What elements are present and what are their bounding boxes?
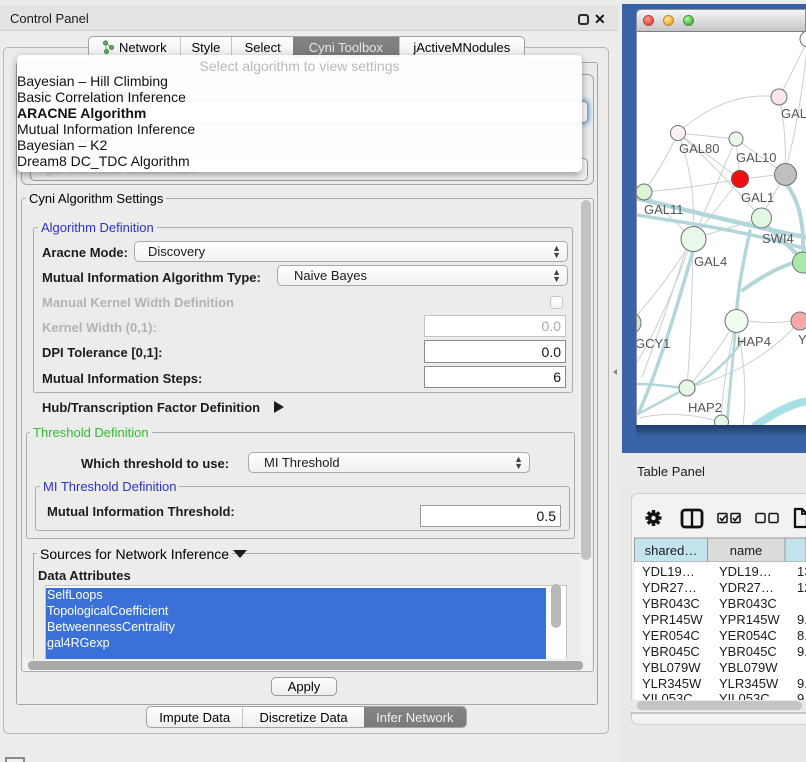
svg-text:12: 12 bbox=[797, 580, 806, 595]
svg-text:GAL10: GAL10 bbox=[736, 150, 776, 165]
svg-text:YBR043C: YBR043C bbox=[642, 596, 700, 611]
svg-text:shared…: shared… bbox=[645, 543, 698, 558]
svg-text:YDR27…: YDR27… bbox=[642, 580, 697, 595]
svg-text:YER054C: YER054C bbox=[642, 628, 700, 643]
svg-text:YDL19…: YDL19… bbox=[642, 564, 695, 579]
svg-text:YDL19…: YDL19… bbox=[719, 564, 772, 579]
svg-text:YBL079W: YBL079W bbox=[719, 660, 778, 675]
svg-text:Y: Y bbox=[798, 332, 806, 347]
svg-text:YDR27…: YDR27… bbox=[719, 580, 774, 595]
svg-text:YLR345W: YLR345W bbox=[642, 676, 702, 691]
svg-text:YBL079W: YBL079W bbox=[642, 660, 701, 675]
svg-text:GAL11: GAL11 bbox=[644, 202, 684, 217]
svg-text:GCY1: GCY1 bbox=[637, 336, 670, 351]
svg-text:GAL: GAL bbox=[781, 106, 806, 121]
svg-text:YER054C: YER054C bbox=[719, 628, 777, 643]
svg-text:9.: 9. bbox=[797, 676, 806, 691]
svg-text:9.: 9. bbox=[797, 612, 806, 627]
svg-text:YBR045C: YBR045C bbox=[642, 644, 700, 659]
svg-text:YPR145W: YPR145W bbox=[719, 612, 780, 627]
svg-text:HAP4: HAP4 bbox=[737, 334, 771, 349]
svg-text:SWI4: SWI4 bbox=[762, 231, 794, 246]
svg-text:name: name bbox=[730, 543, 763, 558]
svg-text:YPR145W: YPR145W bbox=[642, 612, 703, 627]
svg-text:8.: 8. bbox=[797, 628, 806, 643]
svg-text:13: 13 bbox=[797, 564, 806, 579]
svg-text:YBR045C: YBR045C bbox=[719, 644, 777, 659]
svg-text:9.: 9. bbox=[797, 644, 806, 659]
svg-text:YLR345W: YLR345W bbox=[719, 676, 779, 691]
svg-text:HAP2: HAP2 bbox=[688, 400, 722, 415]
svg-text:GAL80: GAL80 bbox=[679, 141, 719, 156]
svg-text:GAL1: GAL1 bbox=[741, 190, 774, 205]
svg-text:YBR043C: YBR043C bbox=[719, 596, 777, 611]
svg-text:GAL4: GAL4 bbox=[694, 254, 727, 269]
